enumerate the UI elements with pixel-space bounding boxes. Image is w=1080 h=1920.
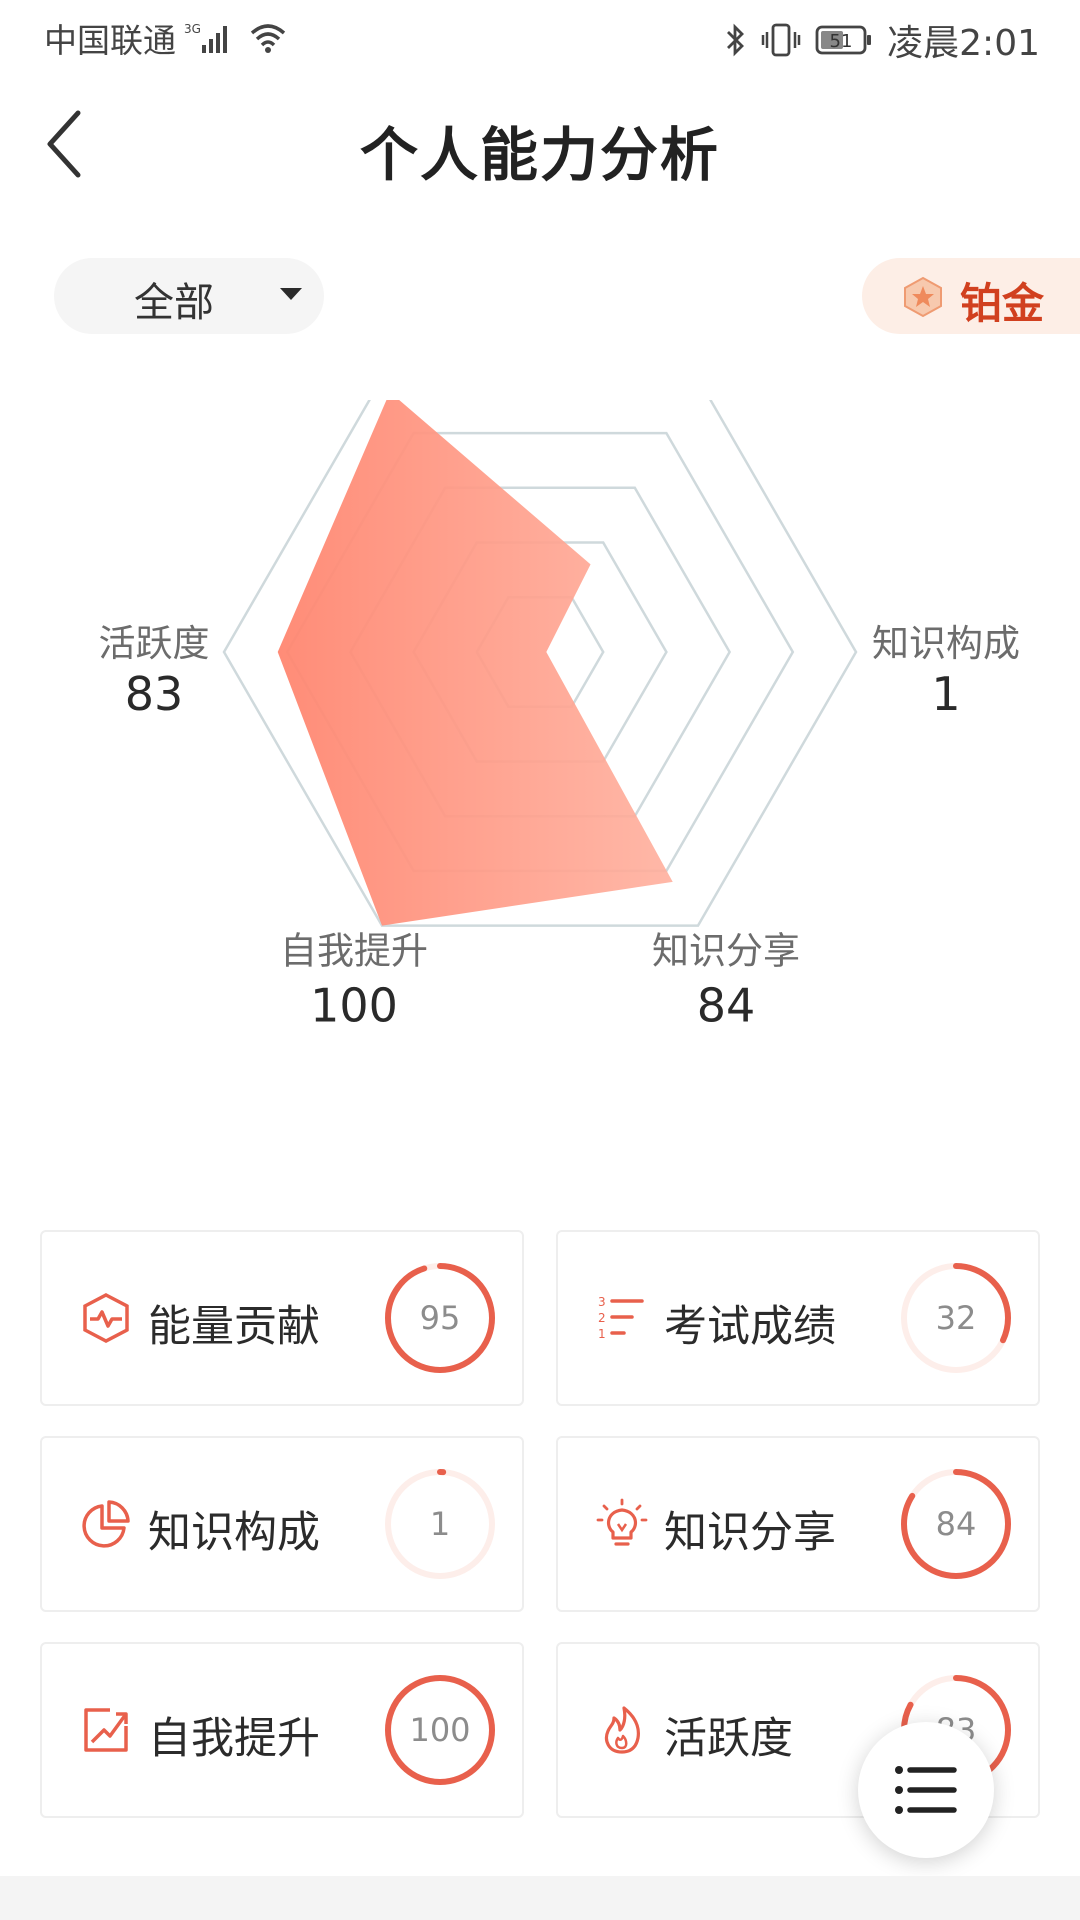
pie-chart-icon: [80, 1498, 132, 1550]
menu-list-icon: [895, 1766, 957, 1814]
battery-icon: 51: [815, 22, 873, 58]
trend-up-icon: [80, 1704, 132, 1756]
card-value: 1: [430, 1505, 450, 1543]
clock: 凌晨2:01: [887, 23, 1040, 64]
vibrate-icon: [761, 22, 801, 58]
status-bar: 中国联通 3G 51 凌晨2:01: [0, 0, 1080, 78]
bottom-strip: [0, 1876, 1080, 1920]
card-label: 知识分享: [664, 1508, 836, 1558]
battery-level: 51: [830, 31, 853, 52]
progress-ring: 32: [901, 1263, 1011, 1373]
radar-axis-value: 83: [125, 667, 184, 721]
card-value: 84: [936, 1505, 977, 1543]
card-label: 能量贡献: [148, 1302, 320, 1352]
score-card-knowledge-structure[interactable]: 知识构成 1: [40, 1436, 524, 1612]
status-right: 51 凌晨2:01: [725, 14, 1040, 66]
score-card-exam[interactable]: 3 2 1 考试成绩 32: [556, 1230, 1040, 1406]
score-card-self-improvement[interactable]: 自我提升 100: [40, 1642, 524, 1818]
card-value: 100: [409, 1711, 470, 1749]
radar-axis-label: 自我提升: [280, 930, 428, 973]
page-title: 个人能力分析: [359, 121, 720, 189]
radar-axis-value: 1: [931, 667, 960, 721]
caret-down-icon: [278, 286, 304, 306]
radar-axis-value: 100: [310, 979, 398, 1033]
radar-axis-label: 知识分享: [652, 930, 800, 973]
level-badge[interactable]: 铂金: [862, 258, 1080, 334]
cellular-signal-icon: 3G: [184, 21, 240, 55]
card-label: 活跃度: [664, 1714, 793, 1764]
card-label: 自我提升: [148, 1714, 320, 1764]
progress-ring: 1: [385, 1469, 495, 1579]
score-card-energy[interactable]: 能量贡献 95: [40, 1230, 524, 1406]
radar-axis-label: 活跃度: [99, 622, 210, 665]
filter-selected-label: 全部: [134, 280, 214, 326]
ability-radar-chart: 能量贡献95考试成绩32知识构成1知识分享84自我提升100活跃度83: [0, 290, 1080, 1180]
lightbulb-icon: [596, 1498, 648, 1550]
card-value: 32: [936, 1299, 977, 1337]
header: 个人能力分析: [0, 78, 1080, 208]
progress-ring: 84: [901, 1469, 1011, 1579]
radar-axis-label: 知识构成: [872, 622, 1020, 665]
svg-text:3: 3: [598, 1295, 606, 1309]
score-card-knowledge-sharing[interactable]: 知识分享 84: [556, 1436, 1040, 1612]
category-filter-select[interactable]: 全部: [54, 258, 324, 334]
hexagon-pulse-icon: [80, 1292, 132, 1344]
carrier-name: 中国联通: [44, 21, 176, 60]
bluetooth-icon: [725, 22, 747, 58]
wifi-icon: [248, 21, 288, 55]
progress-ring: 95: [385, 1263, 495, 1373]
card-label: 知识构成: [148, 1508, 320, 1558]
card-value: 95: [420, 1299, 461, 1337]
ranked-list-icon: 3 2 1: [596, 1292, 648, 1344]
network-type: 3G: [184, 22, 201, 36]
menu-fab-button[interactable]: [858, 1722, 994, 1858]
flame-icon: [596, 1704, 648, 1756]
radar-svg: 能量贡献95考试成绩32知识构成1知识分享84自我提升100活跃度83: [99, 290, 1021, 1033]
svg-text:2: 2: [598, 1311, 606, 1325]
badge-star-icon: [902, 276, 944, 322]
card-label: 考试成绩: [664, 1302, 836, 1352]
svg-text:1: 1: [598, 1327, 606, 1341]
radar-axis-value: 84: [697, 979, 756, 1033]
progress-ring: 100: [385, 1675, 495, 1785]
level-label: 铂金: [960, 279, 1045, 328]
status-left: 中国联通 3G: [44, 14, 288, 62]
